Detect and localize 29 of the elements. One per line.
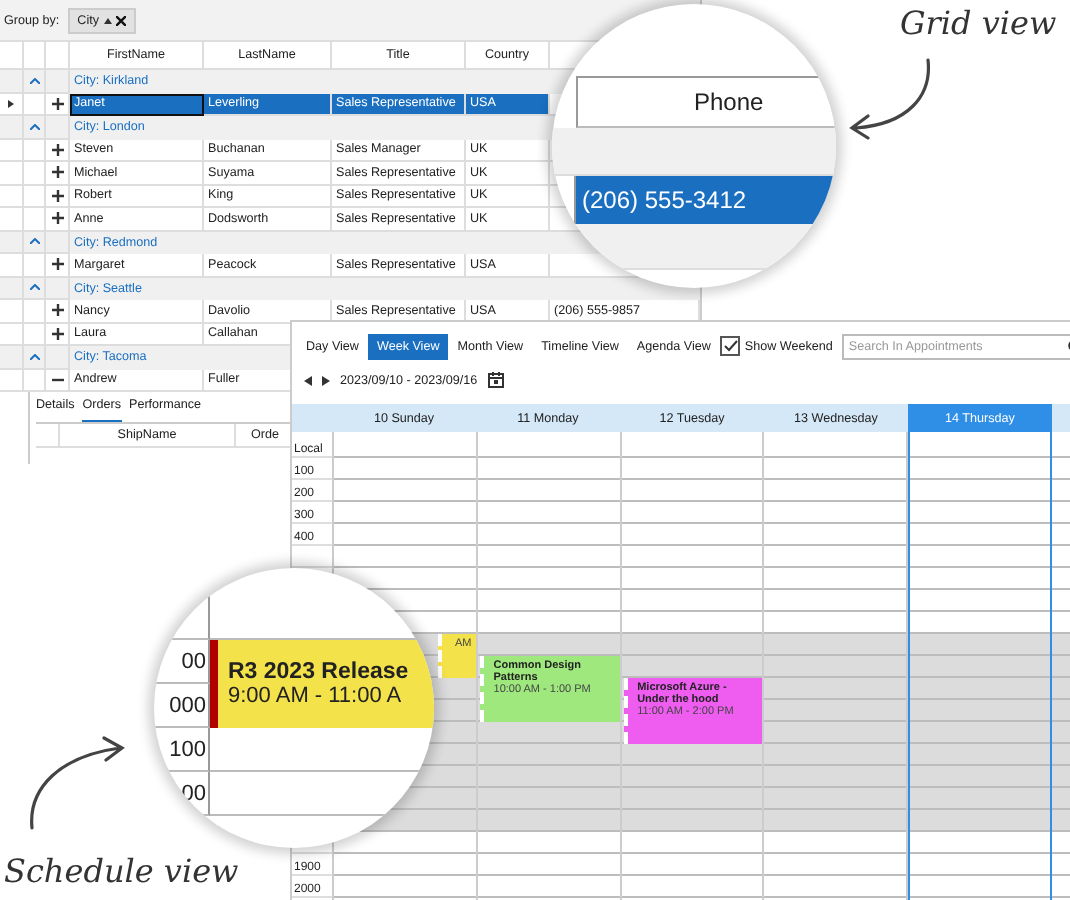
caption: Schedule view xyxy=(4,852,239,890)
close-icon[interactable] xyxy=(115,15,126,25)
day-column[interactable] xyxy=(908,432,1053,900)
expand-icon[interactable] xyxy=(51,327,63,340)
expand-icon[interactable] xyxy=(51,212,63,225)
time-cell: 100 xyxy=(154,728,210,772)
expand-icon[interactable] xyxy=(51,166,63,179)
previous-icon[interactable] xyxy=(304,375,312,385)
chevron-up-icon[interactable] xyxy=(29,123,39,130)
table-cell: (206) 555-3412 xyxy=(574,176,836,224)
arrow-icon xyxy=(24,736,128,832)
collapse-icon[interactable] xyxy=(51,373,63,386)
expand-icon[interactable] xyxy=(51,304,63,317)
expand-icon[interactable] xyxy=(51,258,63,271)
expand-icon[interactable] xyxy=(51,97,63,110)
appointment[interactable]: R3 2023 Release 9:00 AM - 11:00 A xyxy=(210,640,434,728)
caption: Grid view xyxy=(900,4,1057,42)
expand-icon[interactable] xyxy=(51,143,63,156)
calendar-icon[interactable] xyxy=(487,372,504,388)
expand-icon[interactable] xyxy=(51,189,63,202)
chevron-up-icon[interactable] xyxy=(29,284,39,291)
check-icon xyxy=(723,340,738,352)
chevron-up-icon[interactable] xyxy=(29,353,39,360)
row-pointer-icon xyxy=(8,99,14,108)
chevron-up-icon[interactable] xyxy=(29,238,39,245)
sort-up-icon xyxy=(103,17,112,23)
chevron-up-icon[interactable] xyxy=(29,77,39,84)
next-icon[interactable] xyxy=(322,375,330,385)
day-column[interactable] xyxy=(764,432,909,900)
